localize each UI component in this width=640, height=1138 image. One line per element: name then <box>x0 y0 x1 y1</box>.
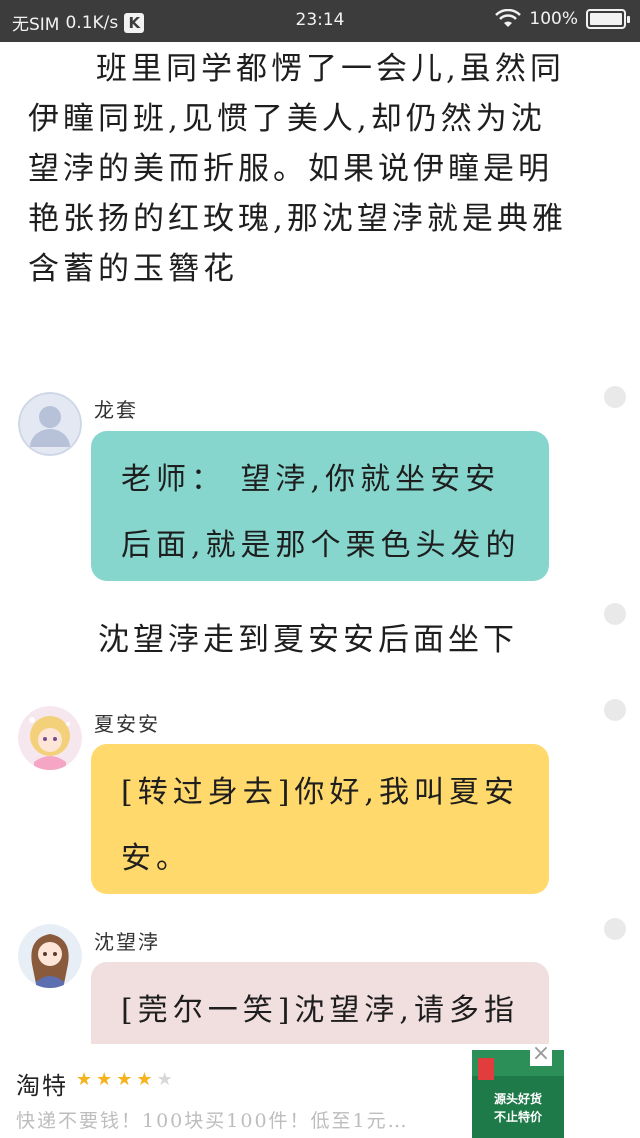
ad-description: 快递不要钱！100块买100件！低至1元… <box>16 1110 409 1132</box>
ad-image-tag <box>478 1058 494 1080</box>
anime-girl-avatar-icon <box>18 924 82 988</box>
battery-percent: 100% <box>529 9 578 29</box>
comment-dot[interactable] <box>604 918 626 940</box>
ad-banner[interactable]: 淘特 ★ ★ ★ ★ ★ 快递不要钱！100块买100件！低至1元… 源头好货 不止特价… <box>0 1043 640 1138</box>
comment-dot[interactable] <box>604 386 626 408</box>
close-icon[interactable]: × <box>530 1043 552 1066</box>
star-icon: ★ <box>76 1069 93 1090</box>
star-icon: ★ <box>96 1069 113 1090</box>
status-bar: 无SIM 0.1K/s K 23:14 100% <box>0 0 640 42</box>
story-content[interactable]: 班里同学都愣了一会儿,虽然同伊瞳同班,见惯了美人,却仍然为沈望浡的美而折服。如果… <box>0 42 640 1044</box>
ad-image-text: 不止特价 <box>493 1110 542 1124</box>
anime-girl-avatar-icon <box>18 706 82 770</box>
ad-title: 淘特 <box>16 1072 68 1100</box>
status-right: 100% <box>495 9 630 29</box>
star-icon: ★ <box>136 1069 153 1090</box>
star-icon: ★ <box>116 1069 133 1090</box>
narration-paragraph: 沈望浡走到夏安安后面坐下 <box>98 622 518 658</box>
speaker-name: 夏安安 <box>94 712 160 736</box>
chat-bubble: 老师： 望浡,你就坐安安后面,就是那个栗色头发的 <box>91 431 549 581</box>
speaker-name: 龙套 <box>94 398 138 422</box>
comment-dot[interactable] <box>604 699 626 721</box>
battery-icon <box>586 9 630 29</box>
speaker-name: 沈望浡 <box>94 930 160 954</box>
default-user-avatar-icon <box>18 392 82 456</box>
chat-bubble: [转过身去]你好,我叫夏安安。 <box>91 744 549 894</box>
chat-bubble: [莞尔一笑]沈望浡,请多指 <box>91 962 549 1044</box>
avatar[interactable] <box>18 706 82 770</box>
rating-stars: ★ ★ ★ ★ ★ <box>76 1069 173 1090</box>
narration-paragraph: 班里同学都愣了一会儿,虽然同伊瞳同班,见惯了美人,却仍然为沈望浡的美而折服。如果… <box>28 51 567 287</box>
avatar[interactable] <box>18 924 82 988</box>
star-icon: ★ <box>156 1069 173 1090</box>
battery-fill <box>590 13 622 25</box>
wifi-icon <box>495 9 522 27</box>
avatar[interactable] <box>18 392 82 456</box>
ad-image-text: 源头好货 <box>493 1092 542 1106</box>
